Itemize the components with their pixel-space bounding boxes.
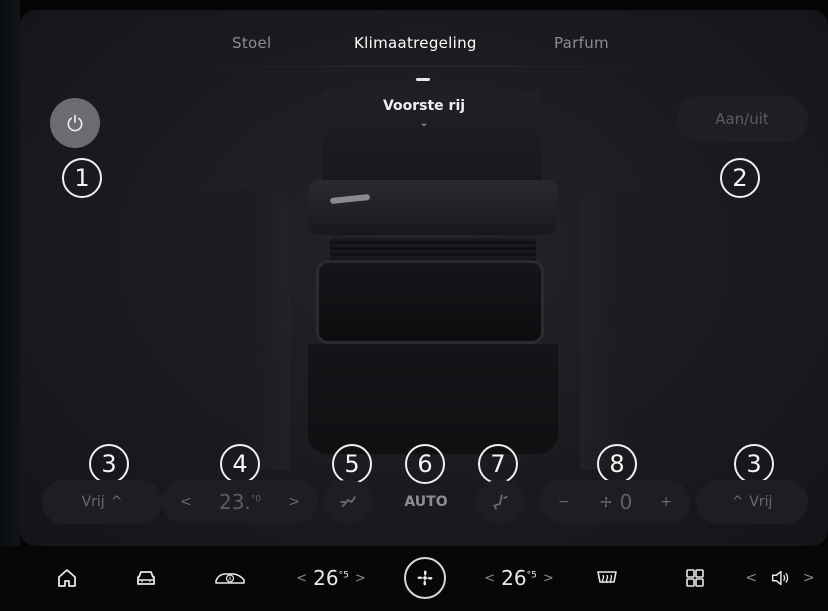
- callout-badge-4: 4: [220, 444, 260, 484]
- chevron-up-icon: ^: [731, 494, 744, 510]
- driver-temp-decrease[interactable]: <: [296, 571, 307, 586]
- callout-badge-2: 2: [720, 158, 760, 198]
- apps-button[interactable]: [680, 560, 710, 596]
- callout-badge-8: 8: [597, 444, 637, 484]
- tab-bar: Stoel Klimaatregeling Parfum: [20, 26, 828, 81]
- climate-screen: Stoel Klimaatregeling Parfum Voorste rij…: [20, 10, 828, 546]
- passenger-temperature-control: < 26°5 >: [478, 560, 560, 596]
- onoff-button[interactable]: Aan/uit: [676, 96, 808, 142]
- driver-temperature-control: < 26°5 >: [290, 560, 372, 596]
- chevron-up-icon: ^: [110, 494, 123, 510]
- driver-temp-value: 26°5: [313, 566, 349, 590]
- right-airflow-button[interactable]: ^ Vrij: [696, 480, 808, 524]
- power-icon: [67, 114, 83, 132]
- auto-car-button[interactable]: A: [210, 560, 250, 596]
- callout-badge-6: 6: [405, 444, 445, 484]
- fan-speed-value: 0: [598, 490, 632, 514]
- tab-divider: [170, 66, 680, 67]
- passenger-temp-decrease[interactable]: <: [484, 571, 495, 586]
- tab-climate[interactable]: Klimaatregeling: [354, 34, 477, 52]
- temperature-value: 23.°0: [218, 490, 262, 514]
- callout-badge-3-right: 3: [734, 444, 774, 484]
- row-selector[interactable]: Voorste rij ⌄: [374, 98, 474, 129]
- fan-decrease-button[interactable]: −: [558, 494, 570, 510]
- center-tunnel: [308, 344, 558, 454]
- auto-car-icon: A: [215, 573, 245, 584]
- callout-badge-5: 5: [332, 444, 372, 484]
- airflow-face-icon: [340, 495, 357, 508]
- seat-airflow-button[interactable]: [476, 480, 524, 524]
- passenger-temp-value: 26°5: [501, 566, 537, 590]
- callout-badge-7: 7: [478, 444, 518, 484]
- airflow-mode-button[interactable]: [324, 480, 372, 524]
- driver-temp-increase[interactable]: >: [355, 571, 366, 586]
- home-button[interactable]: [52, 560, 82, 596]
- svg-text:A: A: [228, 577, 232, 583]
- fan-speed-control: − 0 +: [540, 480, 690, 524]
- active-tab-indicator: [416, 78, 430, 81]
- power-button[interactable]: [50, 98, 100, 148]
- fan-icon: [600, 496, 612, 508]
- chevron-down-icon: ⌄: [419, 116, 429, 129]
- car-button[interactable]: [131, 560, 161, 596]
- fan-button[interactable]: [404, 557, 446, 599]
- tab-perfume[interactable]: Parfum: [554, 34, 609, 52]
- left-airflow-button[interactable]: Vrij ^: [42, 480, 162, 524]
- left-airflow-label: Vrij: [81, 494, 105, 510]
- rear-defrost-icon: [597, 571, 617, 584]
- tab-seat[interactable]: Stoel: [232, 34, 271, 52]
- apps-grid-icon: [686, 569, 704, 587]
- volume-control: < >: [740, 560, 820, 596]
- right-seat-illustration: [580, 190, 730, 470]
- seat-airflow-icon: [493, 494, 508, 510]
- volume-increase[interactable]: >: [803, 570, 815, 586]
- car-interior-illustration: [268, 70, 598, 470]
- fan-increase-button[interactable]: +: [660, 494, 672, 510]
- side-edge: [0, 0, 20, 546]
- fan-icon: [417, 570, 433, 586]
- home-icon: [58, 569, 76, 587]
- volume-icon: [771, 570, 789, 586]
- right-airflow-label: Vrij: [749, 494, 773, 510]
- temp-decrease-button[interactable]: <: [180, 494, 192, 510]
- callout-badge-3-left: 3: [89, 444, 129, 484]
- rear-defrost-button[interactable]: [592, 560, 622, 596]
- row-selector-label: Voorste rij: [382, 98, 466, 114]
- bottom-bar: A < 26°5 > < 26°5 > < >: [0, 546, 828, 611]
- car-icon: [137, 571, 155, 585]
- armrest: [308, 180, 558, 235]
- callout-badge-1: 1: [62, 158, 102, 198]
- temp-increase-button[interactable]: >: [288, 494, 300, 510]
- volume-decrease[interactable]: <: [745, 570, 757, 586]
- temperature-control: < 23.°0 >: [162, 480, 318, 524]
- passenger-temp-increase[interactable]: >: [543, 571, 554, 586]
- rear-screen: [316, 260, 544, 344]
- auto-button[interactable]: AUTO: [396, 480, 456, 524]
